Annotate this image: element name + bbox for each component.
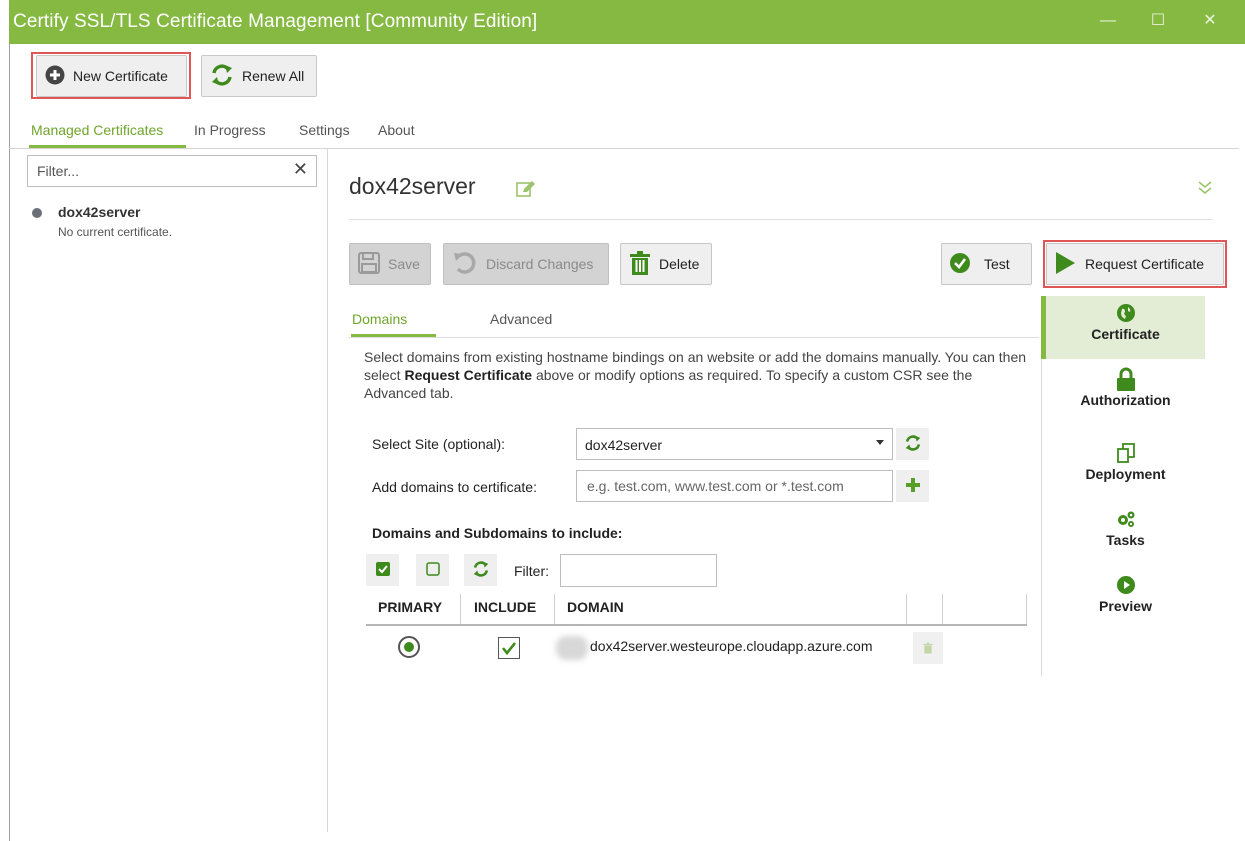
list-item-name: dox42server (58, 204, 141, 220)
column-separator (460, 594, 461, 624)
empty-box-icon (425, 561, 440, 579)
column-separator (906, 594, 907, 624)
page-title: dox42server (349, 173, 476, 199)
tab-managed-certificates[interactable]: Managed Certificates (31, 122, 163, 138)
inner-tab-divider (349, 337, 1039, 338)
domains-heading: Domains and Subdomains to include: (372, 525, 623, 541)
add-domain-button[interactable] (896, 470, 929, 502)
certificate-filter-input[interactable] (28, 156, 268, 186)
redacted-prefix (556, 636, 588, 660)
domain-filter-label: Filter: (514, 563, 549, 579)
highlight-new-certificate (31, 52, 191, 99)
refresh-icon (210, 63, 234, 89)
side-nav-label: Preview (1099, 598, 1152, 614)
tab-advanced[interactable]: Advanced (490, 311, 552, 327)
column-header-include: INCLUDE (474, 599, 537, 615)
floppy-disk-icon (358, 251, 380, 277)
tab-domains[interactable]: Domains (352, 311, 407, 327)
side-nav-tasks[interactable]: Tasks (1046, 508, 1205, 548)
side-nav-authorization[interactable]: Authorization (1046, 367, 1205, 408)
lock-icon (1046, 367, 1205, 391)
side-nav-deployment[interactable]: Deployment (1046, 442, 1205, 482)
window-left-edge (9, 44, 10, 841)
minimize-button[interactable]: — (1093, 8, 1123, 34)
column-separator (942, 594, 943, 624)
domain-filter-input[interactable] (560, 554, 717, 587)
renew-all-label: Renew All (242, 68, 305, 84)
panel-divider (327, 149, 328, 832)
window-title: Certify SSL/TLS Certificate Management [… (13, 11, 538, 32)
list-item-status: No current certificate. (58, 225, 173, 239)
trash-icon (923, 642, 933, 654)
status-dot-icon (32, 208, 42, 218)
domain-cell: dox42server.westeurope.cloudapp.azure.co… (590, 638, 873, 654)
select-site-value: dox42server (585, 437, 663, 453)
delete-button[interactable]: Delete (620, 243, 712, 285)
title-bar: Certify SSL/TLS Certificate Management [… (9, 0, 1245, 44)
side-nav-label: Certificate (1091, 326, 1160, 342)
description-bold: Request Certificate (404, 367, 533, 383)
maximize-button[interactable]: ☐ (1143, 8, 1173, 34)
chevron-down-icon (876, 440, 884, 445)
column-header-domain: DOMAIN (567, 599, 624, 615)
discard-changes-button[interactable]: Discard Changes (443, 243, 609, 285)
select-site-dropdown[interactable]: dox42server (576, 428, 893, 460)
select-all-button[interactable] (366, 554, 399, 586)
certificate-filter[interactable]: ✕ (27, 155, 317, 187)
checkmark-icon (501, 642, 517, 656)
side-nav-label: Tasks (1106, 532, 1145, 548)
remove-domain-button[interactable] (913, 632, 943, 664)
trash-icon (629, 250, 651, 278)
delete-label: Delete (659, 256, 700, 272)
close-button[interactable]: ✕ (1195, 8, 1225, 34)
play-circle-icon (1046, 574, 1205, 596)
copy-icon (1046, 442, 1205, 464)
check-circle-icon (950, 252, 970, 276)
refresh-domains-button[interactable] (464, 554, 497, 586)
refresh-icon (904, 434, 922, 454)
highlight-request-certificate (1043, 240, 1227, 288)
gears-icon (1046, 508, 1205, 530)
nav-divider (9, 148, 1239, 149)
add-domains-field[interactable] (576, 470, 893, 502)
tab-in-progress[interactable]: In Progress (194, 122, 266, 138)
save-label: Save (388, 256, 420, 272)
header-separator (349, 219, 1213, 220)
refresh-icon (472, 560, 490, 580)
side-nav-certificate[interactable]: Certificate (1046, 302, 1205, 342)
select-site-label: Select Site (optional): (372, 436, 506, 452)
discard-changes-label: Discard Changes (486, 256, 594, 272)
column-separator (554, 594, 555, 624)
tab-about[interactable]: About (378, 122, 415, 138)
side-nav-label: Authorization (1080, 392, 1171, 408)
add-domains-input[interactable] (577, 471, 887, 501)
refresh-sites-button[interactable] (896, 428, 929, 460)
test-label: Test (984, 256, 1010, 272)
clear-filter-icon[interactable]: ✕ (293, 159, 308, 180)
edit-icon[interactable] (516, 180, 536, 201)
column-separator (1026, 594, 1027, 624)
table-header-border (366, 624, 1027, 626)
tab-settings[interactable]: Settings (299, 122, 350, 138)
renew-all-button[interactable]: Renew All (201, 55, 317, 97)
add-domains-label: Add domains to certificate: (372, 479, 537, 495)
chevron-double-down-icon[interactable] (1197, 180, 1213, 201)
primary-radio[interactable] (398, 636, 420, 658)
side-nav-label: Deployment (1085, 466, 1166, 482)
domains-description: Select domains from existing hostname bi… (364, 348, 1034, 402)
select-none-button[interactable] (416, 554, 449, 586)
include-checkbox[interactable] (498, 637, 520, 659)
test-button[interactable]: Test (941, 243, 1032, 285)
checked-box-icon (375, 561, 390, 579)
undo-icon (452, 250, 478, 279)
plus-icon (905, 477, 920, 495)
globe-icon (1046, 302, 1205, 324)
column-header-primary: PRIMARY (378, 599, 443, 615)
save-button[interactable]: Save (349, 243, 431, 285)
side-nav-preview[interactable]: Preview (1046, 574, 1205, 614)
